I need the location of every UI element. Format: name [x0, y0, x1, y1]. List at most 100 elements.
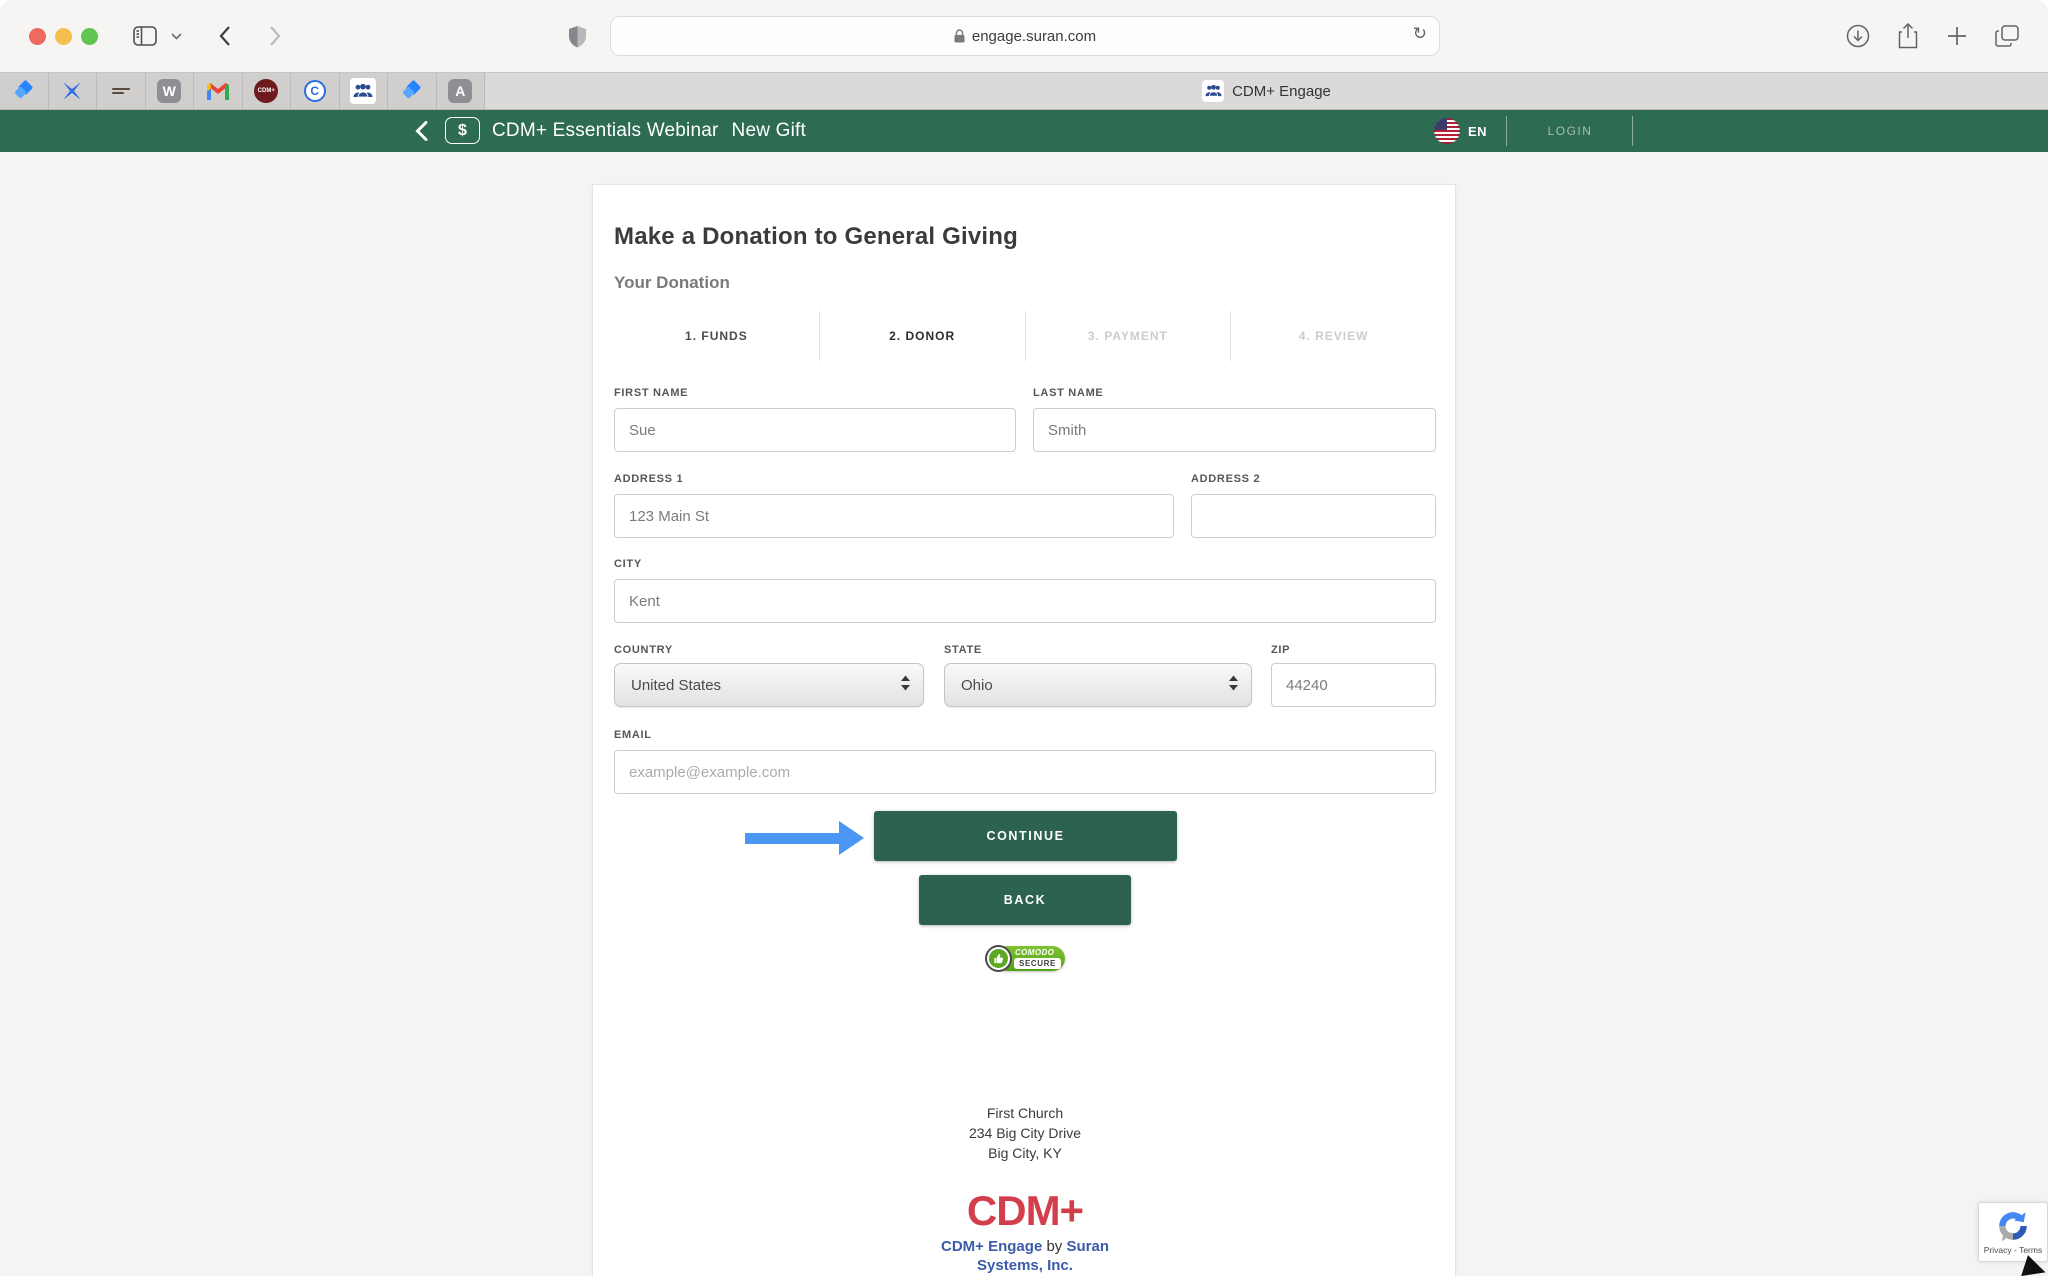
step-funds[interactable]: 1. FUNDS — [614, 311, 819, 361]
active-tab-title: CDM+ Engage — [1232, 83, 1331, 100]
pinned-tab-dropbox[interactable] — [49, 73, 98, 109]
letter-w-icon: W — [157, 79, 181, 103]
people-icon — [350, 78, 376, 104]
section-title: Your Donation — [614, 273, 730, 293]
org-name: First Church — [593, 1103, 1457, 1123]
tiny-text-icon — [112, 87, 130, 95]
email-input[interactable] — [614, 750, 1436, 794]
downloads-button[interactable] — [1843, 22, 1873, 50]
back-button-form[interactable]: BACK — [919, 875, 1131, 925]
login-button[interactable]: LOGIN — [1508, 110, 1632, 152]
address1-label: ADDRESS 1 — [614, 473, 683, 485]
privacy-terms-link[interactable]: Privacy - Terms — [1984, 1245, 2042, 1255]
minimize-window-button[interactable] — [55, 28, 72, 45]
chevron-down-icon[interactable] — [166, 22, 186, 50]
pinned-tab-gmail[interactable] — [194, 73, 243, 109]
url-bar[interactable]: engage.suran.com ↻ — [610, 16, 1440, 56]
language-selector[interactable]: EN — [1468, 110, 1487, 152]
comodo-secure-badge[interactable]: COMODO SECURE — [985, 945, 1065, 972]
step-review: 4. REVIEW — [1230, 311, 1436, 361]
header-divider — [1506, 116, 1507, 146]
lock-icon — [954, 29, 965, 43]
annotation-arrow — [745, 821, 864, 855]
site-header: $ CDM+ Essentials Webinar New Gift EN LO… — [0, 110, 2048, 152]
tab-bar: W CDM+ C — [0, 72, 2048, 110]
jira-icon — [13, 80, 35, 102]
jira-icon — [401, 80, 423, 102]
tab-overview-button[interactable] — [1992, 22, 2022, 50]
safari-window: engage.suran.com ↻ — [0, 0, 2048, 1276]
secure-label: SECURE — [1014, 958, 1061, 969]
select-stepper-icon — [901, 676, 910, 695]
country-select[interactable]: United States — [614, 663, 924, 707]
first-name-input[interactable] — [614, 408, 1016, 452]
tag-company1: Suran — [1066, 1238, 1109, 1255]
page-background: Make a Donation to General Giving Your D… — [0, 152, 2048, 1276]
pinned-tab-c[interactable]: C — [291, 73, 340, 109]
url-text: engage.suran.com — [972, 28, 1096, 45]
pinned-tab-jira2[interactable] — [388, 73, 437, 109]
letter-a-icon: A — [448, 79, 472, 103]
dollar-icon: $ — [445, 117, 480, 144]
browser-toolbar: engage.suran.com ↻ — [0, 0, 2048, 72]
active-tab[interactable]: CDM+ Engage — [485, 73, 2048, 109]
org-address: 234 Big City Drive — [593, 1123, 1457, 1143]
header-title-sub: New Gift — [732, 120, 806, 142]
gmail-icon — [207, 83, 229, 100]
header-divider — [1632, 116, 1633, 146]
step-tabs: 1. FUNDS 2. DONOR 3. PAYMENT 4. REVIEW — [614, 311, 1436, 361]
comodo-label: COMODO — [1015, 948, 1054, 957]
people-icon — [1202, 80, 1224, 102]
select-stepper-icon — [1229, 676, 1238, 695]
pinned-tab-engage[interactable] — [340, 73, 389, 109]
pinned-tab-w[interactable]: W — [146, 73, 195, 109]
org-city: Big City, KY — [593, 1143, 1457, 1163]
privacy-shield-icon[interactable] — [562, 22, 592, 50]
pinned-tab-cdm[interactable]: CDM+ — [243, 73, 292, 109]
tag-product: CDM+ Engage — [941, 1238, 1042, 1255]
cdm-logo: CDM+ — [593, 1187, 1457, 1235]
us-flag-icon[interactable] — [1434, 118, 1460, 144]
forward-button[interactable] — [260, 22, 290, 50]
refresh-icon[interactable]: ↻ — [1413, 24, 1427, 44]
tag-by: by — [1046, 1238, 1062, 1255]
c-circle-icon: C — [304, 80, 326, 102]
address2-input[interactable] — [1191, 494, 1436, 538]
address1-input[interactable] — [614, 494, 1174, 538]
pinned-tab-a[interactable]: A — [437, 73, 486, 109]
country-value: United States — [631, 677, 721, 694]
cdm-tagline: CDM+ Engage by Suran Systems, Inc. — [593, 1237, 1457, 1275]
city-input[interactable] — [614, 579, 1436, 623]
first-name-label: FIRST NAME — [614, 387, 688, 399]
pinned-tab-jira[interactable] — [0, 73, 49, 109]
recaptcha-icon — [1996, 1209, 2030, 1243]
step-payment: 3. PAYMENT — [1025, 311, 1231, 361]
city-label: CITY — [614, 558, 642, 570]
close-window-button[interactable] — [29, 28, 46, 45]
pinned-tab-smalltext[interactable] — [97, 73, 146, 109]
recaptcha-badge[interactable]: Privacy - Terms — [1978, 1202, 2048, 1262]
step-donor[interactable]: 2. DONOR — [819, 311, 1025, 361]
header-back-button[interactable] — [409, 118, 433, 144]
header-title: CDM+ Essentials Webinar New Gift — [492, 110, 806, 152]
sidebar-icon[interactable] — [130, 22, 160, 50]
zip-input[interactable] — [1271, 663, 1436, 707]
zip-label: ZIP — [1271, 644, 1290, 656]
thumbs-up-icon — [985, 945, 1012, 972]
state-select[interactable]: Ohio — [944, 663, 1252, 707]
email-label: EMAIL — [614, 729, 652, 741]
header-title-main: CDM+ Essentials Webinar — [492, 120, 719, 142]
blue-x-icon — [61, 80, 83, 102]
page-title: Make a Donation to General Giving — [614, 223, 1018, 251]
cdm-badge-icon: CDM+ — [254, 79, 278, 103]
last-name-label: LAST NAME — [1033, 387, 1103, 399]
organization-info: First Church 234 Big City Drive Big City… — [593, 1103, 1457, 1163]
back-button[interactable] — [210, 22, 240, 50]
continue-button[interactable]: CONTINUE — [874, 811, 1177, 861]
new-tab-button[interactable] — [1942, 22, 1972, 50]
state-value: Ohio — [961, 677, 993, 694]
share-button[interactable] — [1893, 22, 1923, 50]
donation-card: Make a Donation to General Giving Your D… — [592, 184, 1456, 1276]
last-name-input[interactable] — [1033, 408, 1436, 452]
zoom-window-button[interactable] — [81, 28, 98, 45]
